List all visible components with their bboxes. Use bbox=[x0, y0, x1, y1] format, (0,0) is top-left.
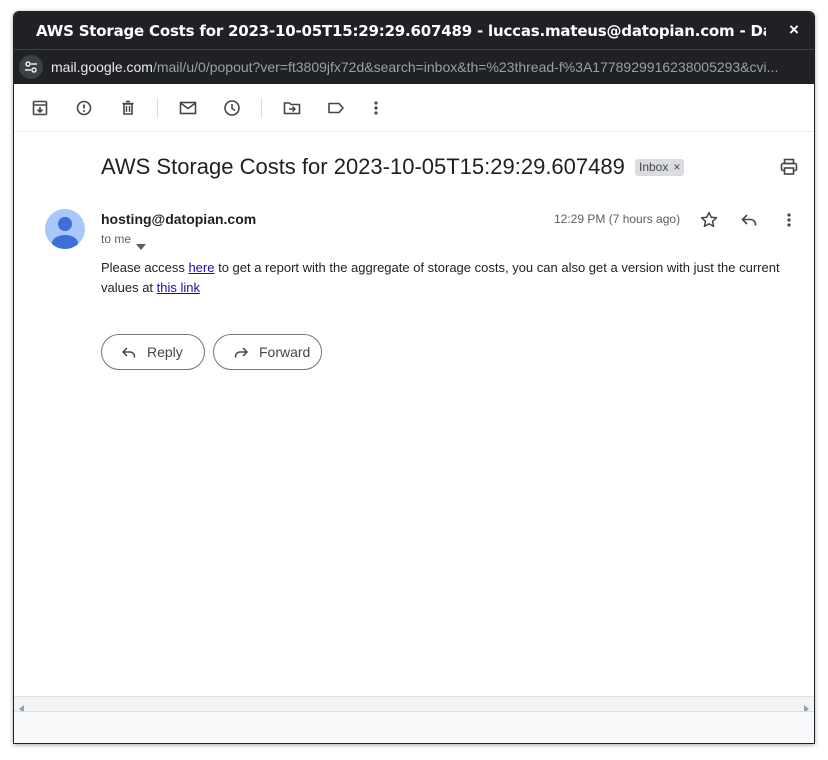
forward-icon bbox=[234, 347, 249, 358]
delete-button[interactable] bbox=[116, 96, 140, 120]
popout-window: AWS Storage Costs for 2023-10-05T15:29:2… bbox=[13, 11, 815, 744]
sender-avatar[interactable] bbox=[45, 209, 85, 249]
snooze-icon bbox=[224, 100, 240, 116]
move-to-icon bbox=[283, 102, 301, 115]
tune-icon bbox=[25, 61, 37, 73]
reply-icon bbox=[121, 347, 136, 358]
reply-icon bbox=[741, 214, 757, 226]
archive-button[interactable] bbox=[28, 96, 52, 120]
label-icon bbox=[328, 102, 344, 114]
sender-email[interactable]: hosting@datopian.com bbox=[101, 211, 256, 227]
report-spam-button[interactable] bbox=[72, 96, 96, 120]
scroll-right-button[interactable] bbox=[802, 700, 810, 713]
window-bottom-bar bbox=[14, 711, 814, 743]
url-host: mail.google.com bbox=[51, 59, 153, 75]
mark-unread-button[interactable] bbox=[176, 96, 200, 120]
report-spam-icon bbox=[76, 100, 92, 116]
window-title: AWS Storage Costs for 2023-10-05T15:29:2… bbox=[36, 22, 766, 40]
snooze-button[interactable] bbox=[220, 96, 244, 120]
address-bar: mail.google.com/mail/u/0/popout?ver=ft38… bbox=[14, 49, 814, 84]
toolbar-divider bbox=[261, 98, 262, 118]
caret-down-icon bbox=[136, 244, 146, 250]
reply-icon-button[interactable] bbox=[738, 209, 760, 231]
site-info-button[interactable] bbox=[19, 55, 43, 79]
print-button[interactable] bbox=[778, 156, 800, 178]
forward-button-label: Forward bbox=[259, 344, 311, 360]
forward-button[interactable]: Forward bbox=[213, 334, 322, 370]
more-options-button[interactable] bbox=[364, 96, 388, 120]
reply-button-label: Reply bbox=[147, 344, 183, 360]
reply-button[interactable]: Reply bbox=[101, 334, 205, 370]
email-timestamp: 12:29 PM (7 hours ago) bbox=[554, 212, 681, 226]
close-window-button[interactable]: × bbox=[784, 20, 804, 40]
move-to-button[interactable] bbox=[280, 96, 304, 120]
recipient-summary: to me bbox=[101, 232, 132, 246]
mail-toolbar bbox=[14, 84, 814, 132]
show-details-button[interactable] bbox=[136, 237, 146, 250]
toolbar-divider bbox=[157, 98, 158, 118]
label-button[interactable] bbox=[324, 96, 348, 120]
email-subject: AWS Storage Costs for 2023-10-05T15:29:2… bbox=[101, 154, 625, 179]
star-button[interactable] bbox=[698, 209, 720, 231]
current-values-link[interactable]: this link bbox=[157, 280, 200, 295]
inbox-label-chip[interactable]: Inbox × bbox=[635, 159, 685, 176]
person-icon bbox=[52, 217, 78, 249]
more-vert-icon bbox=[374, 101, 378, 115]
horizontal-scrollbar[interactable] bbox=[14, 696, 814, 713]
more-vert-icon bbox=[787, 213, 791, 227]
url-text[interactable]: mail.google.com/mail/u/0/popout?ver=ft38… bbox=[51, 59, 801, 75]
body-text-1: Please access bbox=[101, 260, 189, 275]
print-icon bbox=[780, 158, 798, 175]
url-path: /mail/u/0/popout?ver=ft3809jfx72d&search… bbox=[152, 59, 779, 75]
star-icon bbox=[700, 211, 718, 228]
email-body: Please access here to get a report with … bbox=[101, 258, 791, 298]
mark-unread-icon bbox=[179, 101, 197, 115]
remove-label-button[interactable]: × bbox=[673, 160, 680, 174]
report-link[interactable]: here bbox=[188, 260, 214, 275]
label-chip-text: Inbox bbox=[639, 160, 669, 174]
message-more-button[interactable] bbox=[778, 209, 800, 231]
window-titlebar: AWS Storage Costs for 2023-10-05T15:29:2… bbox=[14, 12, 814, 49]
delete-icon bbox=[122, 100, 134, 115]
archive-icon bbox=[32, 100, 48, 116]
scroll-left-button[interactable] bbox=[18, 700, 26, 713]
